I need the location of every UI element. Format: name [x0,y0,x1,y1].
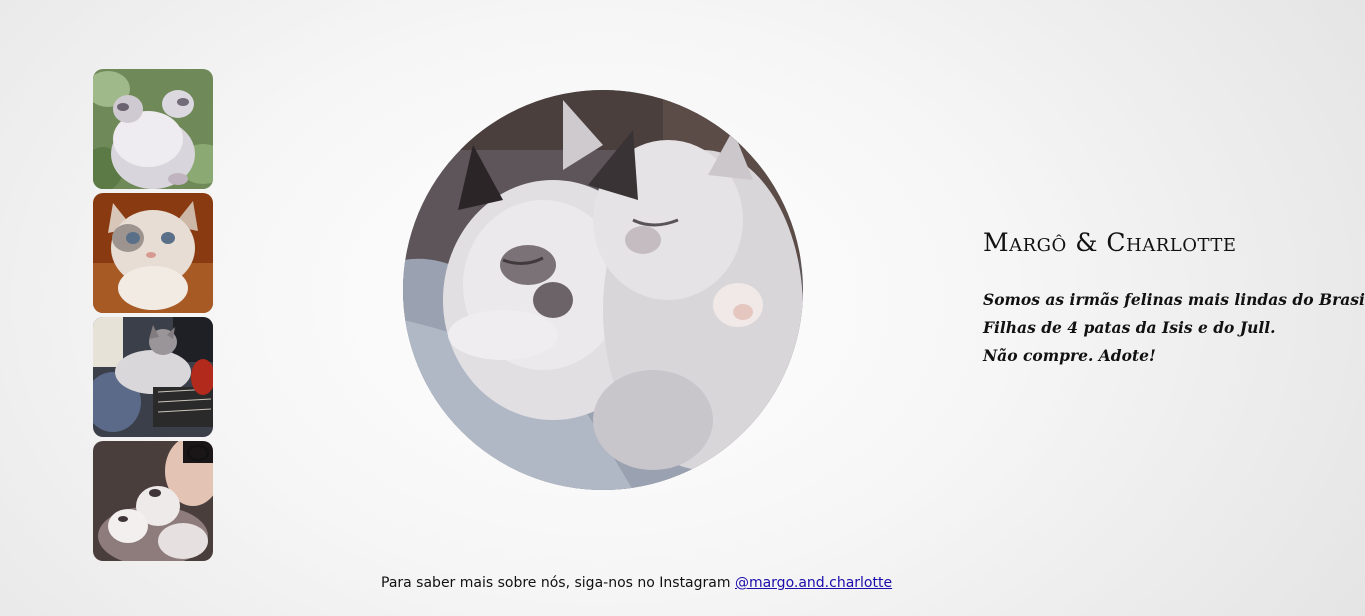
instagram-link[interactable]: @margo.and.charlotte [735,575,892,591]
bio-line: Filhas de 4 patas da Isis e do Jull. [983,318,1276,337]
footer: Para saber mais sobre nós, siga-nos no I… [381,575,892,591]
main-photo [403,90,803,490]
bio-line: Somos as irmãs felinas mais lindas do Br… [983,290,1365,309]
profile-section: Margô & Charlotte Somos as irmãs felinas… [983,224,1365,370]
footer-text: Para saber mais sobre nós, siga-nos no I… [381,575,731,591]
thumbnail-1[interactable] [93,69,213,189]
photo-kittens-sleeping-on-back-icon [93,69,213,189]
thumbnail-2[interactable] [93,193,213,313]
photo-cat-face-closeup-icon [93,193,213,313]
bio: Somos as irmãs felinas mais lindas do Br… [983,286,1365,370]
photo-kittens-cuddling-icon [403,90,803,490]
bio-line: Não compre. Adote! [983,346,1156,365]
page-title: Margô & Charlotte [983,228,1237,257]
photo-cat-on-guitar-icon [93,317,213,437]
photo-kittens-with-person-icon [93,441,213,561]
thumbnail-3[interactable] [93,317,213,437]
thumbnail-gallery [93,69,213,565]
thumbnail-4[interactable] [93,441,213,561]
